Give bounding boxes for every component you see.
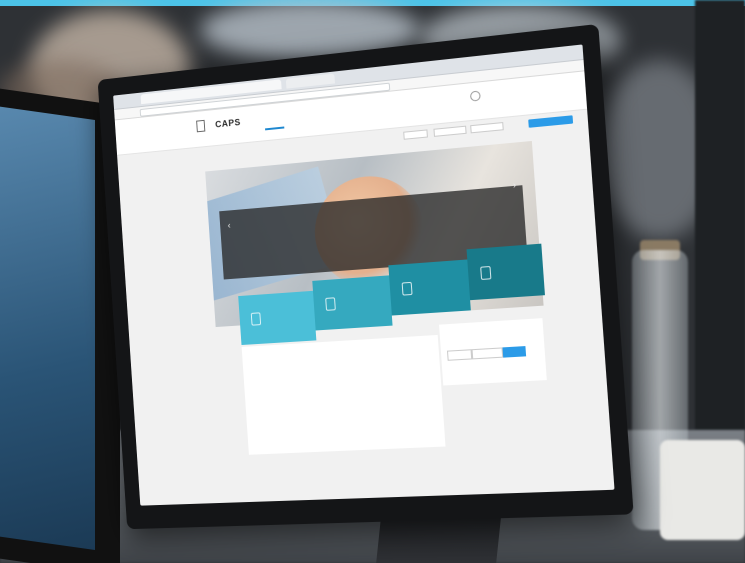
service-tile[interactable] <box>388 259 470 315</box>
nav-active-underline <box>265 126 284 130</box>
monitor-screen: CAPS ‹ › <box>113 44 614 505</box>
segment-option[interactable] <box>447 349 472 361</box>
chevron-right-icon[interactable]: › <box>513 180 517 191</box>
chevron-left-icon[interactable]: ‹ <box>227 220 230 230</box>
primary-action-button[interactable] <box>528 115 573 128</box>
main-monitor: CAPS ‹ › <box>98 24 634 529</box>
tile-icon <box>325 297 336 311</box>
background-right-object <box>695 0 745 430</box>
search-panel <box>242 335 446 455</box>
user-avatar-icon[interactable] <box>470 90 481 101</box>
photo-scene: CAPS ‹ › <box>0 0 745 563</box>
white-mug <box>660 440 745 540</box>
tile-icon <box>251 312 261 325</box>
search-tabs <box>248 360 287 367</box>
left-monitor-screen <box>0 102 95 550</box>
dropdown-select[interactable] <box>433 126 466 137</box>
service-tile[interactable] <box>467 244 545 301</box>
tile-icon <box>402 282 413 296</box>
dropdown-select[interactable] <box>470 122 504 133</box>
site-logo[interactable]: CAPS <box>215 117 241 129</box>
service-tile[interactable] <box>238 291 316 345</box>
document-icon[interactable] <box>196 120 205 132</box>
segment-option[interactable] <box>472 347 504 359</box>
segment-option-selected[interactable] <box>502 346 526 358</box>
tile-icon <box>480 266 491 280</box>
hero-subtitle <box>220 204 523 229</box>
service-tile[interactable] <box>312 275 392 330</box>
hero-title <box>220 204 523 229</box>
side-panel <box>439 318 547 385</box>
dropdown-select[interactable] <box>403 129 428 139</box>
